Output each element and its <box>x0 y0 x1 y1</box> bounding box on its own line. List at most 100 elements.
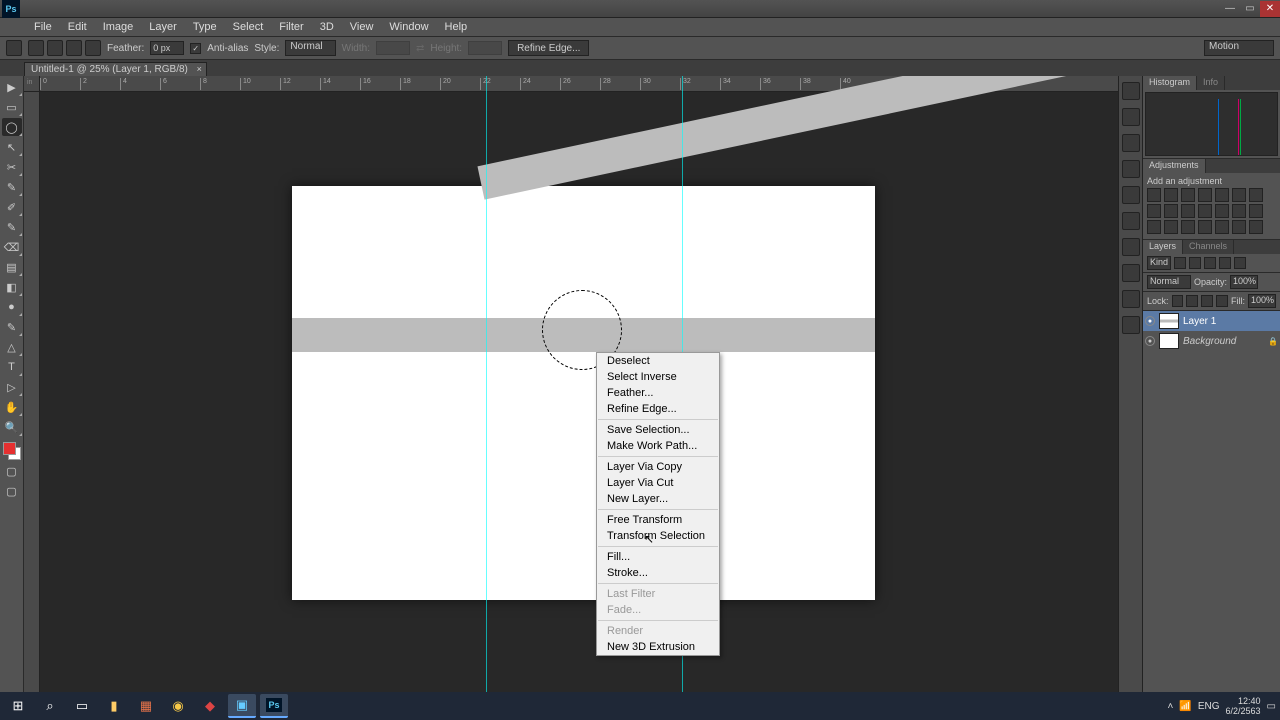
document-canvas[interactable] <box>292 186 875 600</box>
ctx-feather[interactable]: Feather... <box>597 385 719 401</box>
feather-input[interactable] <box>150 41 184 55</box>
close-button[interactable]: ✕ <box>1260 1 1280 17</box>
ruler-vertical[interactable] <box>24 92 40 704</box>
ellipse-marquee-tool[interactable]: ◯ <box>2 118 22 136</box>
hand-tool[interactable]: ✋ <box>2 398 22 416</box>
ctx-new-layer[interactable]: New Layer... <box>597 491 719 507</box>
guide-vertical[interactable] <box>486 76 487 720</box>
path-select-tool[interactable]: ▷ <box>2 378 22 396</box>
lock-transparent-icon[interactable] <box>1172 295 1184 307</box>
language-indicator[interactable]: ENG <box>1198 701 1220 712</box>
search-icon[interactable]: ⌕ <box>36 694 64 718</box>
dock-icon[interactable] <box>1122 134 1140 152</box>
menu-file[interactable]: File <box>26 19 60 35</box>
ctx-deselect[interactable]: Deselect <box>597 353 719 369</box>
dock-icon[interactable] <box>1122 186 1140 204</box>
adjustment-icon[interactable] <box>1232 188 1246 202</box>
tab-adjustments[interactable]: Adjustments <box>1143 159 1206 173</box>
adjustment-icon[interactable] <box>1249 220 1263 234</box>
start-button[interactable]: ⊞ <box>4 694 32 718</box>
filter-adjust-icon[interactable] <box>1189 257 1201 269</box>
ctx-fill[interactable]: Fill... <box>597 549 719 565</box>
maximize-button[interactable]: ▭ <box>1240 1 1260 17</box>
ctx-free-transform[interactable]: Free Transform <box>597 512 719 528</box>
dock-icon[interactable] <box>1122 290 1140 308</box>
menu-layer[interactable]: Layer <box>141 19 185 35</box>
menu-window[interactable]: Window <box>381 19 436 35</box>
ctx-layer-via-copy[interactable]: Layer Via Copy <box>597 459 719 475</box>
dock-icon[interactable] <box>1122 316 1140 334</box>
dock-icon[interactable] <box>1122 238 1140 256</box>
task-view-icon[interactable]: ▭ <box>68 694 96 718</box>
layer-name[interactable]: Layer 1 <box>1183 316 1216 327</box>
adjustment-icon[interactable] <box>1215 188 1229 202</box>
menu-3d[interactable]: 3D <box>312 19 342 35</box>
screen-mode-icon[interactable]: ▢ <box>2 482 22 500</box>
menu-image[interactable]: Image <box>95 19 142 35</box>
adjustment-icon[interactable] <box>1164 188 1178 202</box>
tray-chevron-icon[interactable]: ˄ <box>1168 701 1174 712</box>
adjustment-icon[interactable] <box>1164 204 1178 218</box>
refine-edge-button[interactable]: Refine Edge... <box>508 40 589 56</box>
ctx-stroke[interactable]: Stroke... <box>597 565 719 581</box>
photoshop-taskbar-icon[interactable]: Ps <box>260 694 288 718</box>
tool-preset-icon[interactable] <box>6 40 22 56</box>
menu-help[interactable]: Help <box>437 19 476 35</box>
taskbar-app-icon[interactable]: ◆ <box>196 694 224 718</box>
quick-mask-icon[interactable]: ▢ <box>2 462 22 480</box>
dock-icon[interactable] <box>1122 264 1140 282</box>
visibility-icon[interactable]: ● <box>1145 336 1155 346</box>
dock-icon[interactable] <box>1122 160 1140 178</box>
menu-filter[interactable]: Filter <box>271 19 311 35</box>
adjustment-icon[interactable] <box>1232 204 1246 218</box>
rect-marquee-tool[interactable]: ▭ <box>2 98 22 116</box>
lock-position-icon[interactable] <box>1201 295 1213 307</box>
dock-icon[interactable] <box>1122 108 1140 126</box>
taskbar-app-icon[interactable]: ▦ <box>132 694 160 718</box>
gradient-tool[interactable]: ▤ <box>2 258 22 276</box>
adjustment-icon[interactable] <box>1249 204 1263 218</box>
tab-layers[interactable]: Layers <box>1143 240 1183 254</box>
tab-channels[interactable]: Channels <box>1183 240 1234 254</box>
intersect-selection-icon[interactable] <box>85 40 101 56</box>
color-swatch[interactable] <box>3 442 21 460</box>
adjustment-icon[interactable] <box>1164 220 1178 234</box>
brush-tool[interactable]: ✎ <box>2 218 22 236</box>
new-selection-icon[interactable] <box>28 40 44 56</box>
clock[interactable]: 12:406/2/2563 <box>1226 696 1261 716</box>
adjustment-icon[interactable] <box>1181 204 1195 218</box>
adjustment-icon[interactable] <box>1198 220 1212 234</box>
layer-name[interactable]: Background <box>1183 336 1236 347</box>
taskbar-app-icon[interactable]: ▣ <box>228 694 256 718</box>
fill-input[interactable]: 100% <box>1248 294 1276 308</box>
subtract-selection-icon[interactable] <box>66 40 82 56</box>
menu-type[interactable]: Type <box>185 19 225 35</box>
pen-tool[interactable]: ✎ <box>2 318 22 336</box>
lock-image-icon[interactable] <box>1186 295 1198 307</box>
ctx-select-inverse[interactable]: Select Inverse <box>597 369 719 385</box>
adjustment-icon[interactable] <box>1147 188 1161 202</box>
adjustment-icon[interactable] <box>1181 188 1195 202</box>
menu-select[interactable]: Select <box>225 19 272 35</box>
adjustment-icon[interactable] <box>1147 220 1161 234</box>
blur-tool[interactable]: ◧ <box>2 278 22 296</box>
adjustment-icon[interactable] <box>1198 204 1212 218</box>
ctx-new-3d-extrusion[interactable]: New 3D Extrusion <box>597 639 719 655</box>
lasso-tool[interactable]: ↖ <box>2 138 22 156</box>
adjustment-icon[interactable] <box>1249 188 1263 202</box>
eyedropper-tool[interactable]: ✐ <box>2 198 22 216</box>
adjustment-icon[interactable] <box>1215 220 1229 234</box>
adjustment-icon[interactable] <box>1215 204 1229 218</box>
visibility-icon[interactable]: ● <box>1145 316 1155 326</box>
ctx-save-selection[interactable]: Save Selection... <box>597 422 719 438</box>
adjustment-icon[interactable] <box>1232 220 1246 234</box>
filter-type-icon[interactable] <box>1204 257 1216 269</box>
notifications-icon[interactable]: ▭ <box>1267 701 1276 712</box>
ctx-make-work-path[interactable]: Make Work Path... <box>597 438 719 454</box>
lock-all-icon[interactable] <box>1216 295 1228 307</box>
filter-pixel-icon[interactable] <box>1174 257 1186 269</box>
network-icon[interactable]: 📶 <box>1179 701 1191 712</box>
antialias-checkbox[interactable]: ✓ <box>190 43 201 54</box>
ctx-layer-via-cut[interactable]: Layer Via Cut <box>597 475 719 491</box>
close-tab-icon[interactable]: × <box>197 64 202 74</box>
